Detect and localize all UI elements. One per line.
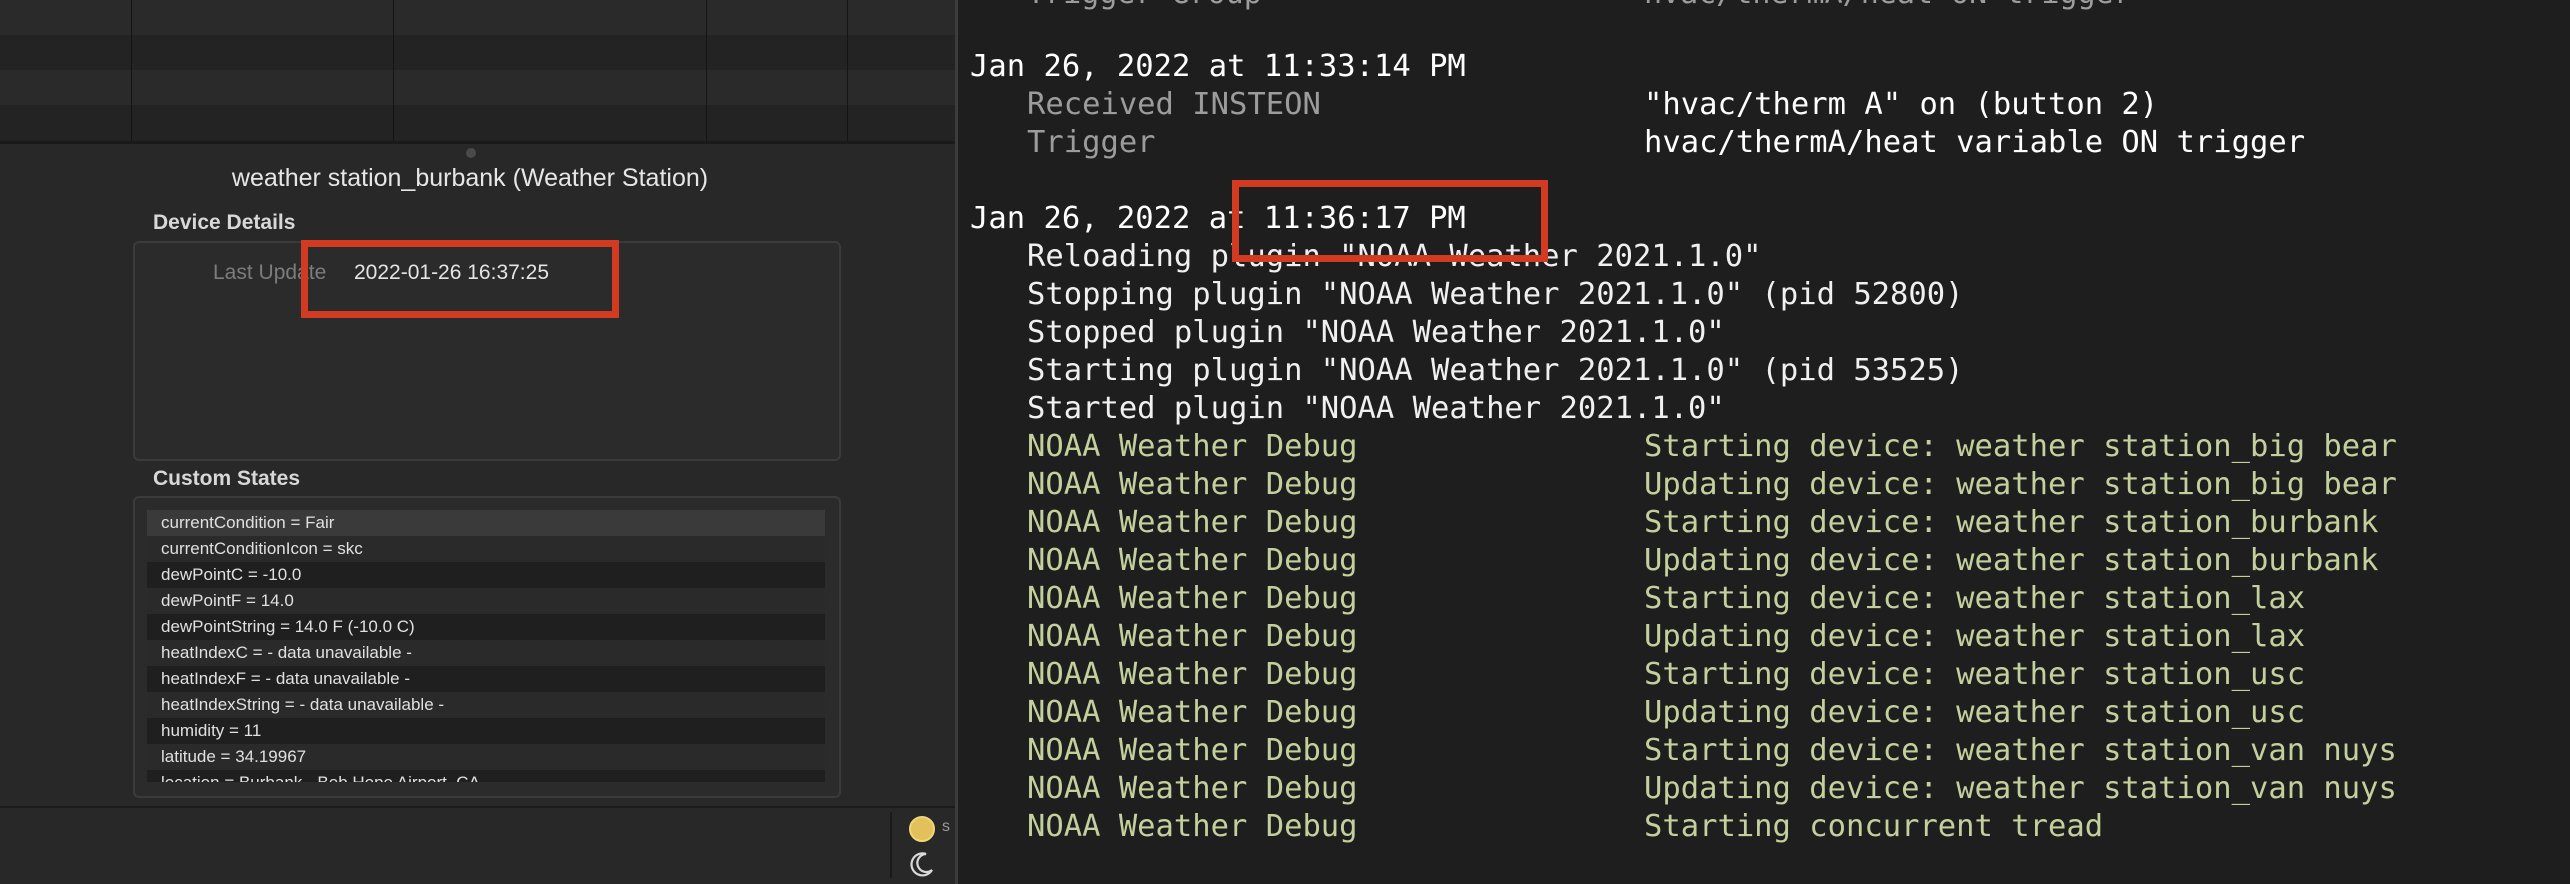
sun-icon[interactable] bbox=[908, 815, 936, 843]
log-message: Starting device: weather station_usc bbox=[1644, 657, 2306, 692]
device-title: weather station_burbank (Weather Station… bbox=[231, 164, 709, 192]
moon-icon[interactable] bbox=[908, 850, 936, 878]
log-line: NOAA Weather Debug Starting device: weath… bbox=[958, 504, 2570, 542]
log-line: NOAA Weather Debug Starting device: weath… bbox=[958, 580, 2570, 618]
status-label: s bbox=[942, 818, 950, 835]
table-row[interactable] bbox=[0, 70, 955, 105]
column-divider[interactable] bbox=[847, 0, 848, 142]
state-row[interactable]: dewPointF = 14.0 bbox=[147, 588, 825, 614]
log-message: "hvac/therm A" on (button 2) bbox=[1644, 87, 2159, 122]
log-line: Stopping plugin "NOAA Weather 2021.1.0" … bbox=[958, 276, 2570, 314]
log-source: Starting plugin "NOAA Weather 2021.1.0" … bbox=[1027, 353, 1964, 388]
last-update-value: 2022-01-26 16:37:25 bbox=[354, 261, 549, 284]
log-source: Trigger Group bbox=[1027, 0, 1262, 11]
table-row[interactable] bbox=[0, 105, 955, 140]
log-source: Trigger bbox=[1027, 125, 1156, 160]
log-message: hvac/thermA/heat ON trigger bbox=[1644, 0, 2132, 11]
log-message: Updating device: weather station_usc bbox=[1644, 695, 2306, 730]
state-row[interactable]: dewPointString = 14.0 F (-10.0 C) bbox=[147, 614, 825, 640]
event-log[interactable]: Trigger Group hvac/thermA/heat ON trigge… bbox=[958, 0, 2570, 884]
log-source: Received INSTEON bbox=[1027, 87, 1321, 122]
log-source: NOAA Weather Debug bbox=[1027, 695, 1358, 730]
log-source: NOAA Weather Debug bbox=[1027, 771, 1358, 806]
state-row[interactable]: heatIndexC = - data unavailable - bbox=[147, 640, 825, 666]
log-message: Updating device: weather station_van nuy… bbox=[1644, 771, 2397, 806]
state-row[interactable]: latitude = 34.19967 bbox=[147, 744, 825, 770]
status-bar-separator bbox=[890, 812, 892, 878]
log-timestamp: Jan 26, 2022 at 11:36:17 PM bbox=[958, 200, 2570, 238]
log-message: Starting device: weather station_van nuy… bbox=[1644, 733, 2397, 768]
log-source: NOAA Weather Debug bbox=[1027, 581, 1358, 616]
log-message: Starting concurrent tread bbox=[1644, 809, 2104, 844]
status-bar-divider bbox=[0, 806, 955, 808]
log-line: Started plugin "NOAA Weather 2021.1.0" bbox=[958, 390, 2570, 428]
log-message: hvac/thermA/heat variable ON trigger bbox=[1644, 125, 2306, 160]
log-line: Trigger hvac/thermA/heat variable ON trig… bbox=[958, 124, 2570, 162]
log-line: NOAA Weather Debug Updating device: weath… bbox=[958, 466, 2570, 504]
column-divider[interactable] bbox=[393, 0, 394, 142]
state-row[interactable]: heatIndexF = - data unavailable - bbox=[147, 666, 825, 692]
log-line: NOAA Weather Debug Updating device: weath… bbox=[958, 542, 2570, 580]
log-message: Updating device: weather station_lax bbox=[1644, 619, 2306, 654]
device-details-heading: Device Details bbox=[153, 211, 296, 234]
state-row[interactable]: dewPointC = -10.0 bbox=[147, 562, 825, 588]
log-source: NOAA Weather Debug bbox=[1027, 543, 1358, 578]
table-row[interactable] bbox=[0, 0, 955, 35]
log-source: Stopping plugin "NOAA Weather 2021.1.0" … bbox=[1027, 277, 1964, 312]
log-timestamp-text: Jan 26, 2022 at 11:33:14 PM bbox=[970, 49, 1466, 84]
log-source: Reloading plugin "NOAA Weather 2021.1.0" bbox=[1027, 239, 1762, 274]
log-message: Updating device: weather station_big bea… bbox=[1644, 467, 2397, 502]
log-line: Trigger Group hvac/thermA/heat ON trigge… bbox=[958, 0, 2570, 14]
log-source: NOAA Weather Debug bbox=[1027, 429, 1358, 464]
state-row[interactable]: currentCondition = Fair bbox=[147, 510, 825, 536]
log-source: NOAA Weather Debug bbox=[1027, 505, 1358, 540]
log-line: NOAA Weather Debug Updating device: weath… bbox=[958, 694, 2570, 732]
custom-states-box: currentCondition = Fair currentCondition… bbox=[133, 496, 841, 798]
state-row[interactable]: humidity = 11 bbox=[147, 718, 825, 744]
split-handle[interactable] bbox=[466, 148, 476, 158]
split-view-divider[interactable] bbox=[0, 141, 955, 144]
log-message: Updating device: weather station_burbank bbox=[1644, 543, 2379, 578]
last-update-label: Last Update bbox=[213, 261, 327, 284]
log-message: Starting device: weather station_big bea… bbox=[1644, 429, 2397, 464]
log-line: Stopped plugin "NOAA Weather 2021.1.0" bbox=[958, 314, 2570, 352]
log-line: NOAA Weather Debug Starting device: weath… bbox=[958, 656, 2570, 694]
log-source: NOAA Weather Debug bbox=[1027, 809, 1358, 844]
state-row[interactable]: currentConditionIcon = skc bbox=[147, 536, 825, 562]
log-line: NOAA Weather Debug Starting device: weath… bbox=[958, 428, 2570, 466]
log-line: Reloading plugin "NOAA Weather 2021.1.0" bbox=[958, 238, 2570, 276]
log-source: NOAA Weather Debug bbox=[1027, 657, 1358, 692]
log-message: Starting device: weather station_burbank bbox=[1644, 505, 2379, 540]
column-divider[interactable] bbox=[706, 0, 707, 142]
log-line: Starting plugin "NOAA Weather 2021.1.0" … bbox=[958, 352, 2570, 390]
log-source: Started plugin "NOAA Weather 2021.1.0" bbox=[1027, 391, 1725, 426]
column-divider[interactable] bbox=[131, 0, 132, 142]
log-source: NOAA Weather Debug bbox=[1027, 619, 1358, 654]
log-timestamp-text: Jan 26, 2022 at 11:36:17 PM bbox=[970, 201, 1466, 236]
log-source: NOAA Weather Debug bbox=[1027, 733, 1358, 768]
log-message: Starting device: weather station_lax bbox=[1644, 581, 2306, 616]
log-source: NOAA Weather Debug bbox=[1027, 467, 1358, 502]
state-row[interactable]: location = Burbank - Bob Hope Airport, C… bbox=[147, 770, 825, 782]
devices-table[interactable] bbox=[0, 0, 955, 142]
log-line: NOAA Weather Debug Starting device: weath… bbox=[958, 732, 2570, 770]
log-line: Received INSTEON "hvac/therm A" on (butto… bbox=[958, 86, 2570, 124]
table-row[interactable] bbox=[0, 35, 955, 70]
log-timestamp: Jan 26, 2022 at 11:33:14 PM bbox=[958, 48, 2570, 86]
device-inspector-panel: weather station_burbank (Weather Station… bbox=[0, 0, 955, 884]
log-source: Stopped plugin "NOAA Weather 2021.1.0" bbox=[1027, 315, 1725, 350]
log-line: NOAA Weather Debug Updating device: weath… bbox=[958, 770, 2570, 808]
state-row[interactable]: heatIndexString = - data unavailable - bbox=[147, 692, 825, 718]
custom-states-list[interactable]: currentCondition = Fair currentCondition… bbox=[147, 510, 825, 782]
custom-states-heading: Custom States bbox=[153, 467, 301, 490]
log-line: NOAA Weather Debug Updating device: weath… bbox=[958, 618, 2570, 656]
log-line: NOAA Weather Debug Starting concurrent tr… bbox=[958, 808, 2570, 846]
